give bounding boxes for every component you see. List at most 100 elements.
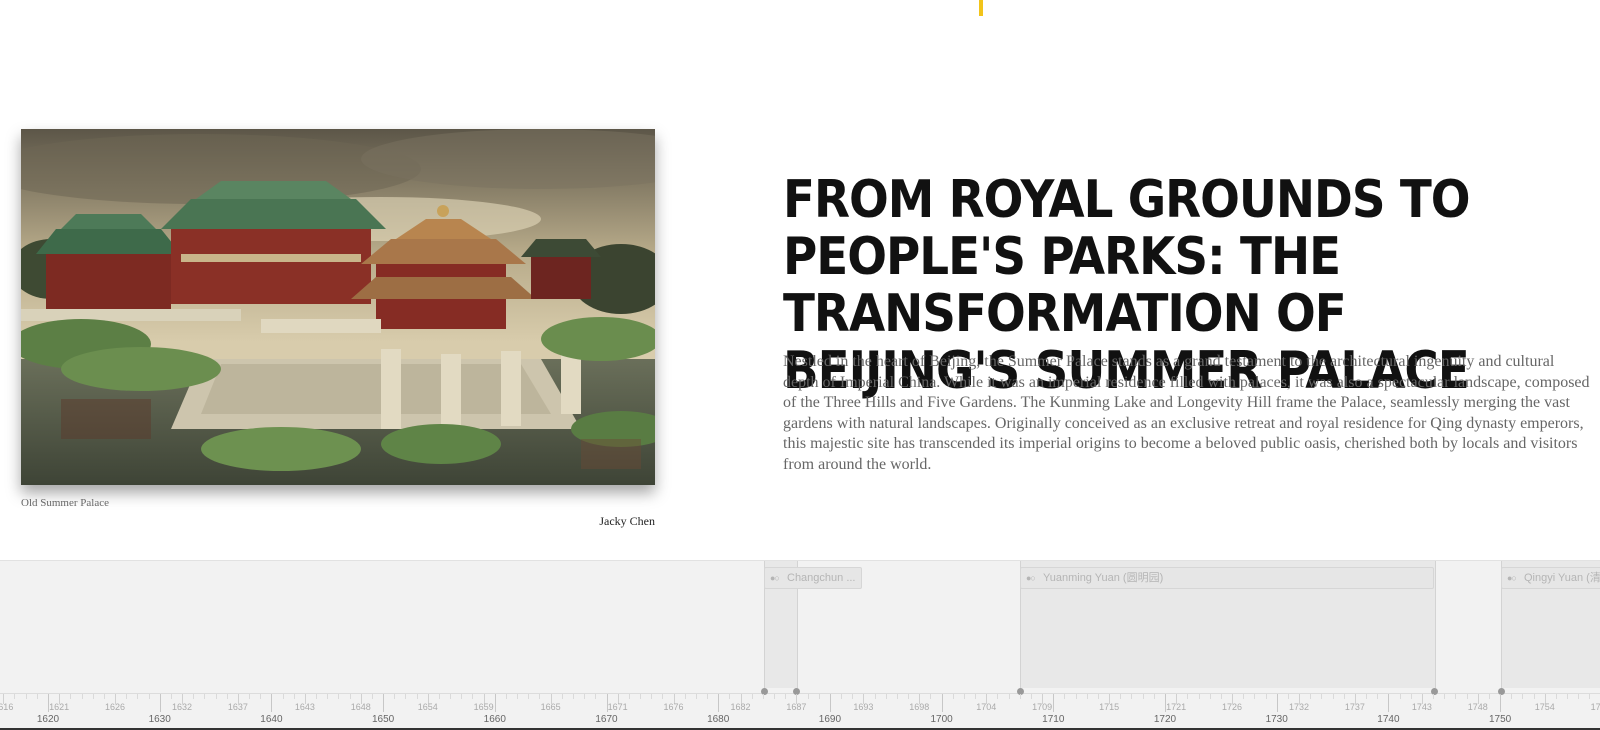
axis-tick [1578,694,1580,699]
major-year-label[interactable]: 1680 [707,714,729,725]
axis-tick [249,694,251,699]
major-tick [718,694,720,712]
minor-year-label: 1616 [0,702,14,712]
minor-year-label: 1693 [853,702,874,712]
major-year-label[interactable]: 1750 [1489,714,1511,725]
axis-tick [930,694,932,699]
major-tick [1053,694,1055,712]
major-year-label[interactable]: 1630 [149,714,171,725]
axis-tick [1120,694,1122,699]
major-tick [829,694,831,712]
minor-year-label: 1648 [350,702,371,712]
era-start-dot [1498,688,1505,695]
axis-tick [338,694,340,699]
axis-tick [461,694,463,699]
major-year-label[interactable]: 1740 [1377,714,1399,725]
axis-tick [774,694,776,699]
axis-tick [1209,694,1211,699]
axis-tick [1086,694,1088,699]
major-tick [383,694,385,712]
axis-tick [405,694,407,699]
major-year-label[interactable]: 1620 [37,714,59,725]
major-year-label[interactable]: 1660 [484,714,506,725]
major-year-label[interactable]: 1670 [595,714,617,725]
timeline-axis[interactable]: 1616 1621 1626 1632 1637 1643 1648 1654 1659 1665… [0,688,1600,730]
axis-tick [762,694,764,699]
axis-tick [14,694,16,699]
major-tick [494,694,496,712]
minor-year-label: 1743 [1411,702,1432,712]
major-tick [271,694,273,712]
major-year-label[interactable]: 1640 [260,714,282,725]
axis-tick [1265,694,1267,699]
minor-year-label: 1759 [1590,702,1600,712]
axis-tick [1030,694,1032,699]
axis-tick [1019,694,1021,699]
major-year-label[interactable]: 1710 [1042,714,1064,725]
axis-tick [539,694,541,699]
era-dots-icon: ●○ [1507,573,1517,583]
minor-year-label: 1721 [1166,702,1187,712]
axis-tick [595,694,597,699]
axis-tick [751,694,753,699]
axis-tick [1399,694,1401,699]
minor-year-label: 1754 [1534,702,1555,712]
axis-tick [1466,694,1468,699]
major-year-label[interactable]: 1720 [1154,714,1176,725]
minor-year-label: 1671 [607,702,628,712]
axis-tick [695,694,697,699]
era-label: Qingyi Yuan (清 [1524,572,1600,584]
era-marker-changchun[interactable]: ●○ Changchun ... [764,567,862,589]
axis-tick [1488,694,1490,699]
timeline-navigator[interactable]: ●○ Changchun ... ●○ Yuanming Yuan (圆明园) … [0,560,1600,730]
axis-tick [1522,694,1524,699]
axis-tick [148,694,150,699]
axis-tick [349,694,351,699]
minor-year-label: 1676 [663,702,684,712]
era-marker-yuanming-yuan[interactable]: ●○ Yuanming Yuan (圆明园) [1020,567,1434,589]
axis-tick [729,694,731,699]
axis-tick [293,694,295,699]
axis-tick [885,694,887,699]
axis-tick [1533,694,1535,699]
minor-year-label: 1709 [1032,702,1053,712]
axis-tick [327,694,329,699]
axis-tick [1075,694,1077,699]
axis-tick [662,694,664,699]
minor-year-label: 1643 [294,702,315,712]
minor-year-label: 1737 [1344,702,1365,712]
axis-tick [1310,694,1312,699]
axis-tick [1555,694,1557,699]
major-year-label[interactable]: 1650 [372,714,394,725]
axis-tick [517,694,519,699]
era-marker-qingyi-yuan[interactable]: ●○ Qingyi Yuan (清 [1501,567,1600,589]
article-body: Nestled in the heart of Beijing, the Sum… [783,353,1590,473]
axis-tick [1444,694,1446,699]
axis-tick [1153,694,1155,699]
axis-tick [1410,694,1412,699]
axis-tick [528,694,530,699]
axis-tick [260,694,262,699]
axis-tick [818,694,820,699]
axis-tick [1567,694,1569,699]
axis-tick [416,694,418,699]
axis-tick [505,694,507,699]
hero-image[interactable] [21,129,655,485]
axis-tick [1366,694,1368,699]
axis-tick [170,694,172,699]
major-year-label[interactable]: 1700 [930,714,952,725]
axis-tick [841,694,843,699]
major-tick [606,694,608,712]
minor-year-label: 1654 [417,702,438,712]
major-year-label[interactable]: 1690 [819,714,841,725]
major-year-label[interactable]: 1730 [1266,714,1288,725]
minor-year-label: 1698 [909,702,930,712]
axis-tick [81,694,83,699]
minor-year-label: 1715 [1099,702,1120,712]
axis-tick [394,694,396,699]
axis-tick [584,694,586,699]
axis-tick [1511,694,1513,699]
minor-year-label: 1621 [49,702,70,712]
minor-year-label: 1732 [1289,702,1310,712]
axis-tick [193,694,195,699]
